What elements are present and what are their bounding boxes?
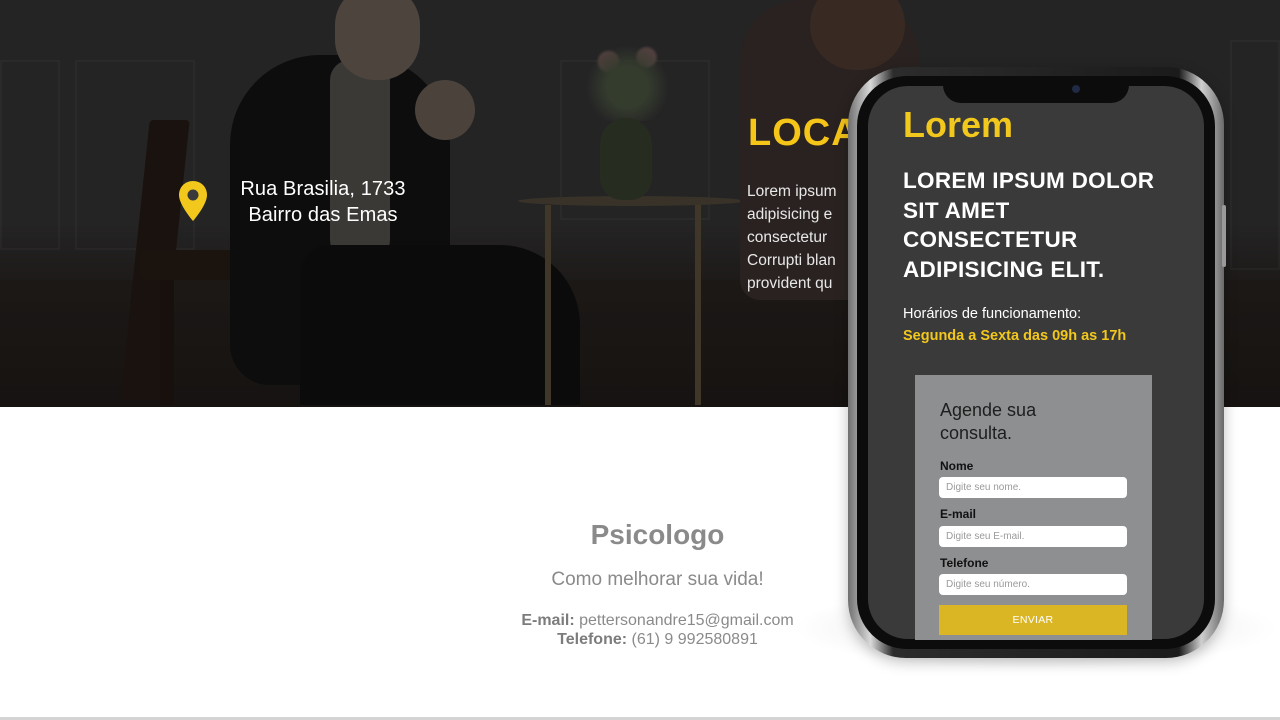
phone-input[interactable] <box>939 574 1127 595</box>
email-link[interactable]: pettersonandre15@gmail.com <box>579 612 794 629</box>
email-input[interactable] <box>939 526 1127 547</box>
hero-headline: LOREM IPSUM DOLOR SIT AMET CONSECTETUR A… <box>903 168 1155 282</box>
address-street: Rua Brasilia, 1733 <box>240 178 406 200</box>
phone-label-field: Telefone <box>940 556 989 570</box>
address-block: Rua Brasilia, 1733 Bairro das Emas <box>178 176 418 236</box>
camera-icon <box>1072 85 1080 93</box>
form-title: Agende sua consulta. <box>940 400 1037 443</box>
location-title: LOCA <box>748 112 860 154</box>
brand-logo[interactable]: Lorem <box>903 104 1013 146</box>
phone-label: Telefone: <box>557 631 628 648</box>
address-neighborhood: Bairro das Emas <box>248 204 398 226</box>
send-button[interactable]: ENVIAR <box>939 605 1127 635</box>
contact-email: E-mail: pettersonandre15@gmail.com <box>490 612 825 630</box>
map-pin-icon <box>179 181 207 221</box>
email-label: E-mail <box>940 507 977 521</box>
email-label: E-mail: <box>521 612 575 629</box>
contact-phone: Telefone: (61) 9 992580891 <box>490 631 825 649</box>
footer-title: Psicologo <box>590 519 725 550</box>
hours-label: Horários de funcionamento: <box>903 306 1082 322</box>
hours-value: Segunda a Sexta das 09h as 17h <box>903 328 1127 344</box>
name-label: Nome <box>940 459 974 473</box>
name-input[interactable] <box>939 477 1127 498</box>
footer-subtitle: Como melhorar sua vida! <box>551 569 764 590</box>
phone-number: (61) 9 992580891 <box>631 631 758 648</box>
phone-notch <box>943 78 1129 103</box>
phone-side-button <box>1222 205 1226 267</box>
